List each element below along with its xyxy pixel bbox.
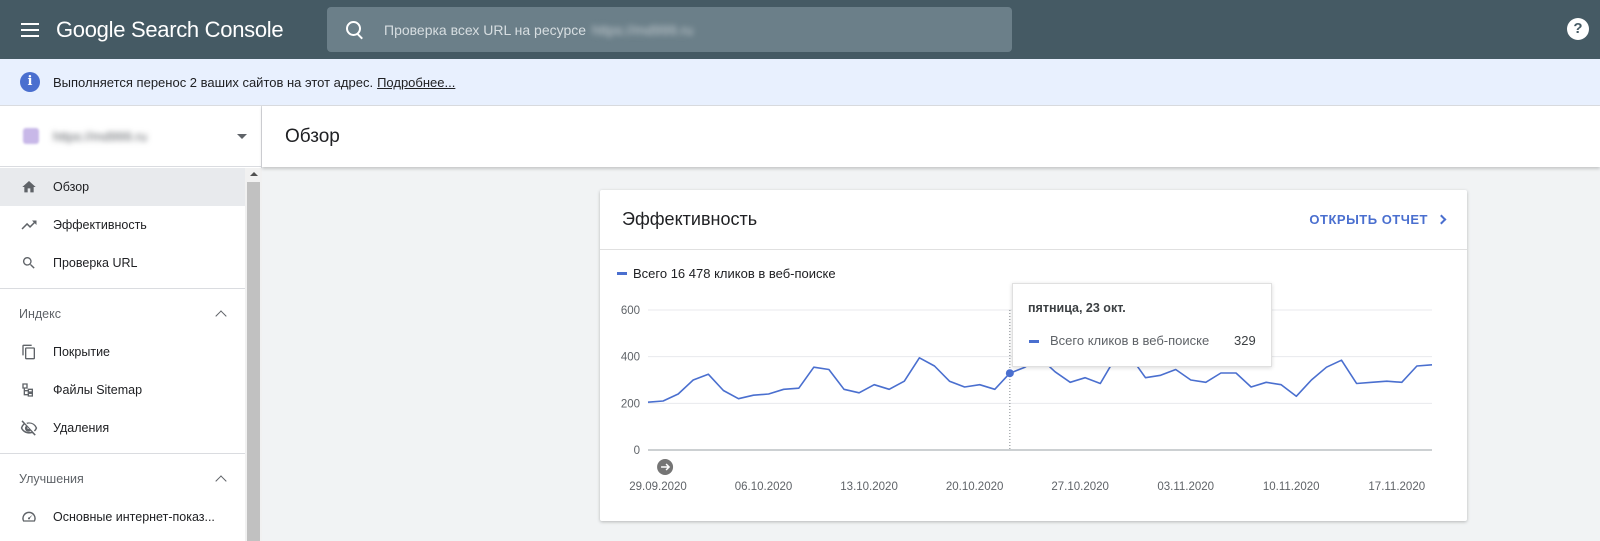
top-app-bar: Google Search Console Проверка всех URL … bbox=[0, 0, 1600, 59]
sidebar-item-label: Обзор bbox=[53, 180, 90, 194]
y-tick-label: 0 bbox=[634, 445, 640, 457]
tooltip-label: Всего кликов в веб-поиске bbox=[1050, 333, 1210, 348]
sidebar-item-label: Покрытие bbox=[53, 345, 111, 359]
sidebar-section-index[interactable]: Индекс bbox=[0, 295, 245, 333]
visibility-off-icon bbox=[19, 418, 39, 438]
card-header: Эффективность ОТКРЫТЬ ОТЧЕТ bbox=[600, 190, 1467, 250]
tooltip-swatch bbox=[1029, 340, 1039, 343]
legend-swatch bbox=[617, 272, 627, 275]
migration-banner: i Выполняется перенос 2 ваших сайтов на … bbox=[0, 59, 1600, 106]
sidebar-item-performance[interactable]: Эффективность bbox=[0, 206, 245, 244]
x-tick-label: 20.10.2020 bbox=[946, 481, 1004, 493]
speed-icon bbox=[19, 507, 39, 527]
help-icon[interactable]: ? bbox=[1567, 18, 1589, 40]
x-tick-label: 13.10.2020 bbox=[840, 481, 898, 493]
app-title: Google Search Console bbox=[56, 16, 284, 42]
search-property: https://md999.ru bbox=[592, 21, 694, 38]
dropdown-caret-icon bbox=[237, 134, 247, 139]
chevron-right-icon bbox=[1436, 214, 1447, 225]
page-title: Обзор bbox=[285, 125, 340, 147]
page-header: Обзор bbox=[262, 106, 1600, 167]
property-url: https://md999.ru bbox=[53, 128, 147, 144]
url-inspection-search[interactable]: Проверка всех URL на ресурсе https://md99… bbox=[327, 7, 1012, 52]
sidebar-item-sitemaps[interactable]: Файлы Sitemap bbox=[0, 371, 245, 409]
legend-label: Всего 16 478 кликов в веб-поиске bbox=[633, 266, 836, 281]
y-tick-label: 200 bbox=[621, 398, 640, 410]
tooltip-date: пятница, 23 окт. bbox=[1028, 301, 1126, 315]
chart-tooltip: пятница, 23 окт. Всего кликов в веб-поис… bbox=[1012, 283, 1272, 367]
divider bbox=[0, 288, 245, 289]
x-tick-label: 03.11.2020 bbox=[1157, 481, 1214, 493]
scroll-up-arrow-icon[interactable] bbox=[245, 168, 262, 180]
property-favicon bbox=[23, 128, 39, 144]
x-tick-label: 06.10.2020 bbox=[735, 481, 793, 493]
file-copy-icon bbox=[19, 342, 39, 362]
section-label: Улучшения bbox=[19, 472, 84, 486]
highlight-point bbox=[1005, 369, 1014, 378]
sidebar: https://md999.ru Обзор Эффективность Про… bbox=[0, 106, 262, 541]
info-icon: i bbox=[20, 72, 40, 92]
x-tick-label: 10.11.2020 bbox=[1263, 481, 1320, 493]
sitemap-icon bbox=[19, 380, 39, 400]
sidebar-section-enhancements[interactable]: Улучшения bbox=[0, 460, 245, 498]
x-tick-label: 17.11.2020 bbox=[1368, 481, 1425, 493]
y-tick-label: 400 bbox=[621, 352, 640, 364]
menu-icon[interactable] bbox=[16, 16, 44, 44]
chart-legend[interactable]: Всего 16 478 кликов в веб-поиске bbox=[617, 266, 836, 281]
property-selector[interactable]: https://md999.ru bbox=[0, 106, 261, 167]
search-icon bbox=[345, 20, 365, 40]
search-icon bbox=[19, 253, 39, 273]
banner-text: Выполняется перенос 2 ваших сайтов на эт… bbox=[53, 74, 374, 90]
sidebar-item-label: Эффективность bbox=[53, 218, 147, 232]
sidebar-item-coverage[interactable]: Покрытие bbox=[0, 333, 245, 371]
home-icon bbox=[19, 177, 39, 197]
chevron-up-icon bbox=[215, 310, 227, 322]
section-label: Индекс bbox=[19, 307, 61, 321]
sidebar-nav: Обзор Эффективность Проверка URL Индекс … bbox=[0, 168, 245, 536]
sidebar-item-overview[interactable]: Обзор bbox=[0, 168, 245, 206]
open-report-button[interactable]: ОТКРЫТЬ ОТЧЕТ bbox=[1309, 212, 1447, 227]
sidebar-item-label: Проверка URL bbox=[53, 256, 138, 270]
open-report-label: ОТКРЫТЬ ОТЧЕТ bbox=[1309, 212, 1428, 227]
tooltip-value: 329 bbox=[1234, 333, 1256, 348]
scroll-thumb[interactable] bbox=[247, 182, 260, 541]
sidebar-scrollbar[interactable] bbox=[245, 168, 262, 541]
banner-learn-more-link[interactable]: Подробнее... bbox=[377, 75, 455, 90]
sidebar-item-removals[interactable]: Удаления bbox=[0, 409, 245, 447]
chevron-up-icon bbox=[215, 475, 227, 487]
search-placeholder: Проверка всех URL на ресурсе bbox=[384, 21, 587, 38]
divider bbox=[0, 453, 245, 454]
y-tick-label: 600 bbox=[621, 305, 640, 317]
sidebar-item-url-inspection[interactable]: Проверка URL bbox=[0, 244, 245, 282]
performance-card: Эффективность ОТКРЫТЬ ОТЧЕТ Всего 16 478… bbox=[600, 190, 1467, 521]
sidebar-item-label: Файлы Sitemap bbox=[53, 383, 143, 397]
x-tick-label: 29.09.2020 bbox=[629, 481, 687, 493]
sidebar-item-label: Удаления bbox=[53, 421, 110, 435]
trending-up-icon bbox=[19, 215, 39, 235]
card-title: Эффективность bbox=[622, 209, 758, 229]
sidebar-item-core-web-vitals[interactable]: Основные интернет-показ... bbox=[0, 498, 245, 536]
x-tick-label: 27.10.2020 bbox=[1051, 481, 1109, 493]
search-input[interactable]: Проверка всех URL на ресурсе https://md99… bbox=[384, 22, 693, 38]
sidebar-item-label: Основные интернет-показ... bbox=[53, 510, 215, 524]
